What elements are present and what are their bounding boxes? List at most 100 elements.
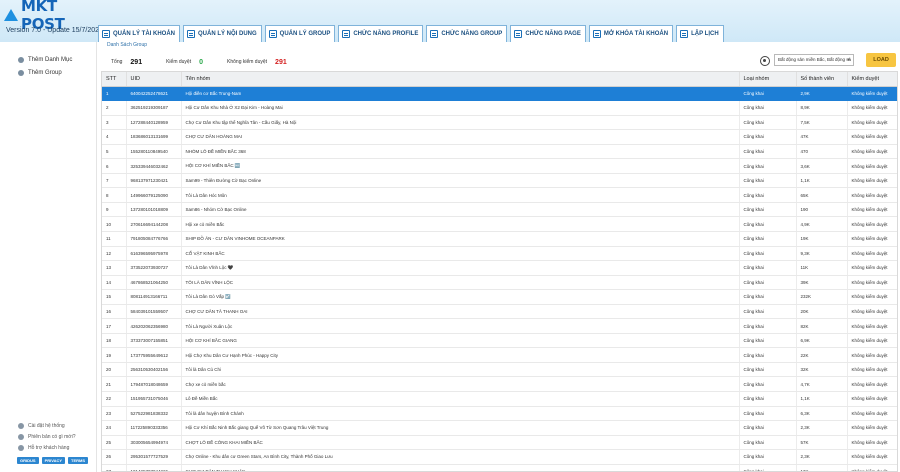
sidebar-footer-support[interactable]: Hỗ trợ khách hàng bbox=[18, 445, 69, 451]
table-row[interactable]: 15 808114913166711 Tôi Là Dân Gò Vấp ☑️ Côn… bbox=[102, 289, 897, 305]
whats-new-icon bbox=[18, 434, 24, 440]
table-row[interactable]: 19 173775955649612 Hội Chợ Khu Dân Cư Hạnh… bbox=[102, 347, 897, 363]
badge-terms[interactable]: TERMS bbox=[68, 457, 89, 464]
tab-schedule[interactable]: LẬP LỊCH bbox=[676, 25, 724, 42]
cell-review: Không kiểm duyệt bbox=[847, 464, 897, 471]
refresh-icon[interactable] bbox=[760, 56, 770, 66]
category-filter-select[interactable]: Bất động sản miền Bắc, Bất động sả ▾ bbox=[774, 54, 854, 66]
table-row[interactable]: 8 149966079125090 Tôi Là Dân Hóc Môn Công k… bbox=[102, 187, 897, 203]
table-row[interactable]: 17 426202062356980 Tôi Là Người Xuân Lộc Cô… bbox=[102, 318, 897, 334]
cell-group-name: Lô Đề Miền Bắc bbox=[181, 391, 740, 407]
column-header-members[interactable]: Số thành viên bbox=[796, 72, 848, 87]
cell-members: 4,9K bbox=[796, 216, 848, 232]
table-row[interactable]: 22 151955731075046 Lô Đề Miền Bắc Công khai… bbox=[102, 391, 897, 407]
cell-uid: 256310530402156 bbox=[126, 362, 182, 378]
cell-stt: 3 bbox=[102, 115, 127, 131]
table-row[interactable]: 20 256310530402156 Tôi là Dân Củ Chi Công k… bbox=[102, 362, 897, 378]
cell-group-type: Công khai bbox=[739, 216, 797, 232]
table-row[interactable]: 9 137280101018809 Sam86 - Nhóm Cờ Bạc Onli… bbox=[102, 202, 897, 218]
table-row[interactable]: 3 127288440128959 Chợ Cư Dân Khu tập thể N… bbox=[102, 115, 897, 131]
table-row[interactable]: 4 183686013131699 CHỢ CƯ DÂN HOÀNG MAI Công… bbox=[102, 129, 897, 145]
table-row[interactable]: 7 968137971230421 Sam99 - Thiên Đường Cờ B… bbox=[102, 173, 897, 189]
cell-review: Không kiểm duyệt bbox=[847, 420, 897, 436]
column-header-review[interactable]: Kiểm duyệt bbox=[847, 72, 897, 87]
cell-uid: 183686013131699 bbox=[126, 129, 182, 145]
cell-group-name: TÔI LÀ DÂN VĨNH LỘC bbox=[181, 275, 740, 291]
cell-review: Không kiểm duyệt bbox=[847, 391, 897, 407]
cell-group-type: Công khai bbox=[739, 406, 797, 422]
table-row[interactable]: 5 155280110849540 NHÓM LÔ ĐỀ MIỀN BẮC 368 C… bbox=[102, 144, 897, 160]
group-functions-icon bbox=[430, 30, 439, 38]
cell-review: Không kiểm duyệt bbox=[847, 260, 897, 276]
table-row[interactable]: 11 791805084776766 SHIP ĐỒ ĂN - CƯ DÂN VIN… bbox=[102, 231, 897, 247]
unapproved-value: 291 bbox=[275, 58, 287, 66]
sidebar-item-add-category[interactable]: Thêm Danh Mục bbox=[18, 57, 72, 63]
cell-uid: 362519219309187 bbox=[126, 100, 182, 116]
table-row[interactable]: 6 325339446032462 HỘI CƠ KHÍ MIỀN BẮC 🆓 Côn… bbox=[102, 158, 897, 174]
badge-gridus[interactable]: GRIDUS bbox=[17, 457, 39, 464]
app-window: MKT POST Version 7.0 - Update 15/7/2023 … bbox=[0, 0, 900, 472]
cell-stt: 12 bbox=[102, 246, 127, 262]
cell-uid: 527522981838332 bbox=[126, 406, 182, 422]
footer-badges: GRIDUS PRIVACY TERMS bbox=[17, 457, 91, 464]
cell-review: Không kiểm duyệt bbox=[847, 129, 897, 145]
table-row[interactable]: 24 117225890333356 Hội Cơ Khí Bắc Ninh Bắc… bbox=[102, 420, 897, 436]
cell-review: Không kiểm duyệt bbox=[847, 202, 897, 218]
cell-stt: 15 bbox=[102, 289, 127, 305]
group-list-title: Danh Sách Group bbox=[105, 42, 150, 48]
table-row[interactable]: 13 373522073930727 Tôi Là Dân Vĩnh Lộc 🖤 Cô… bbox=[102, 260, 897, 276]
table-row[interactable]: 25 303005654994974 CHỢT LÔ ĐỀ CÔNG KHAI MI… bbox=[102, 435, 897, 451]
group-table: STT UID Tên nhóm Loại nhóm Số thành viên… bbox=[101, 71, 898, 472]
cell-uid: 127288440128959 bbox=[126, 115, 182, 131]
load-button[interactable]: LOAD bbox=[866, 53, 896, 67]
cell-review: Không kiểm duyệt bbox=[847, 246, 897, 262]
table-row[interactable]: 12 616396595975978 CỔ VẬT KINH BẮC Công kha… bbox=[102, 246, 897, 262]
tab-account-management[interactable]: QUẢN LÝ TÀI KHOẢN bbox=[98, 25, 180, 42]
cell-group-name: CHỢT LÔ ĐỀ CÔNG KHAI MIỀN BẮC bbox=[181, 435, 740, 451]
cell-members: 2,3K bbox=[796, 449, 848, 465]
table-row[interactable]: 10 270616694144208 Hội xe cỏ miền Bắc Công … bbox=[102, 216, 897, 232]
table-row[interactable]: 2 362519219309187 Hội Cư Dân Khu Nhà Ở X2 … bbox=[102, 100, 897, 116]
cell-group-name: Tôi là Dân Củ Chi bbox=[181, 362, 740, 378]
content-icon bbox=[187, 30, 195, 38]
tab-group-management[interactable]: QUẢN LÝ GROUP bbox=[264, 25, 336, 42]
cell-group-name: CHỢ CƯ DÂN HOÀNG MAI bbox=[181, 129, 740, 145]
table-row[interactable]: 14 467868521064250 TÔI LÀ DÂN VĨNH LỘC Công… bbox=[102, 275, 897, 291]
cell-group-type: Công khai bbox=[739, 246, 797, 262]
table-row[interactable]: 26 295301577727529 Chợ Online - Khu dân cư… bbox=[102, 449, 897, 465]
tab-page-functions[interactable]: CHỨC NĂNG PAGE bbox=[510, 25, 586, 42]
column-header-uid[interactable]: UID bbox=[126, 72, 182, 87]
cell-group-name: NHÓM LÔ ĐỀ MIỀN BẮC 368 bbox=[181, 144, 740, 160]
unlock-icon bbox=[592, 30, 601, 38]
chevron-down-icon: ▾ bbox=[847, 57, 850, 63]
sidebar-footer-whats-new[interactable]: Phiên bản có gì mới? bbox=[18, 434, 75, 440]
column-header-group-type[interactable]: Loại nhóm bbox=[739, 72, 797, 87]
version-text: Version 7.0 - Update 15/7/2023 bbox=[6, 27, 103, 34]
cell-members: 6,3K bbox=[796, 406, 848, 422]
cell-stt: 23 bbox=[102, 406, 127, 422]
cell-review: Không kiểm duyệt bbox=[847, 187, 897, 203]
cell-stt: 27 bbox=[102, 464, 127, 471]
tab-profile-functions[interactable]: CHỨC NĂNG PROFILE bbox=[338, 25, 424, 42]
table-row[interactable]: 1 640042252478621 Hội điền cơ Bắc Trung-Na… bbox=[102, 86, 897, 102]
table-row[interactable]: 16 584039101559507 CHỢ CƯ DÂN TÂ THANH OAI… bbox=[102, 304, 897, 320]
column-header-stt[interactable]: STT bbox=[102, 72, 127, 87]
table-row[interactable]: 21 179487018048659 Chợ xe cỏ miền bắc Công … bbox=[102, 376, 897, 392]
table-row[interactable]: 27 101425707044226 CHỢ CƯ DÂN THANH XUÂN Cô… bbox=[102, 464, 897, 471]
sidebar-item-add-group[interactable]: Thêm Group bbox=[18, 70, 62, 76]
badge-privacy[interactable]: PRIVACY bbox=[41, 457, 66, 464]
cell-group-name: Tôi Là Dân Hóc Môn bbox=[181, 187, 740, 203]
table-row[interactable]: 23 527522981838332 Tôi là dân huyện Bình C… bbox=[102, 406, 897, 422]
cell-review: Không kiểm duyệt bbox=[847, 362, 897, 378]
cell-review: Không kiểm duyệt bbox=[847, 216, 897, 232]
sidebar-footer-settings[interactable]: Cài đặt hệ thống bbox=[18, 423, 65, 429]
tab-group-functions[interactable]: CHỨC NĂNG GROUP bbox=[426, 25, 508, 42]
cell-uid: 137280101018809 bbox=[126, 202, 182, 218]
tab-unlock-account[interactable]: MỞ KHÓA TÀI KHOẢN bbox=[588, 25, 674, 42]
cell-uid: 616396595975978 bbox=[126, 246, 182, 262]
tab-content-management[interactable]: QUẢN LÝ NỘI DUNG bbox=[183, 25, 262, 42]
column-header-group-name[interactable]: Tên nhóm bbox=[181, 72, 740, 87]
cell-group-type: Công khai bbox=[739, 144, 797, 160]
table-row[interactable]: 18 373373007155851 HỘI CƠ KHÍ BẮC GIANG Côn… bbox=[102, 333, 897, 349]
cell-uid: 791805084776766 bbox=[126, 231, 182, 247]
